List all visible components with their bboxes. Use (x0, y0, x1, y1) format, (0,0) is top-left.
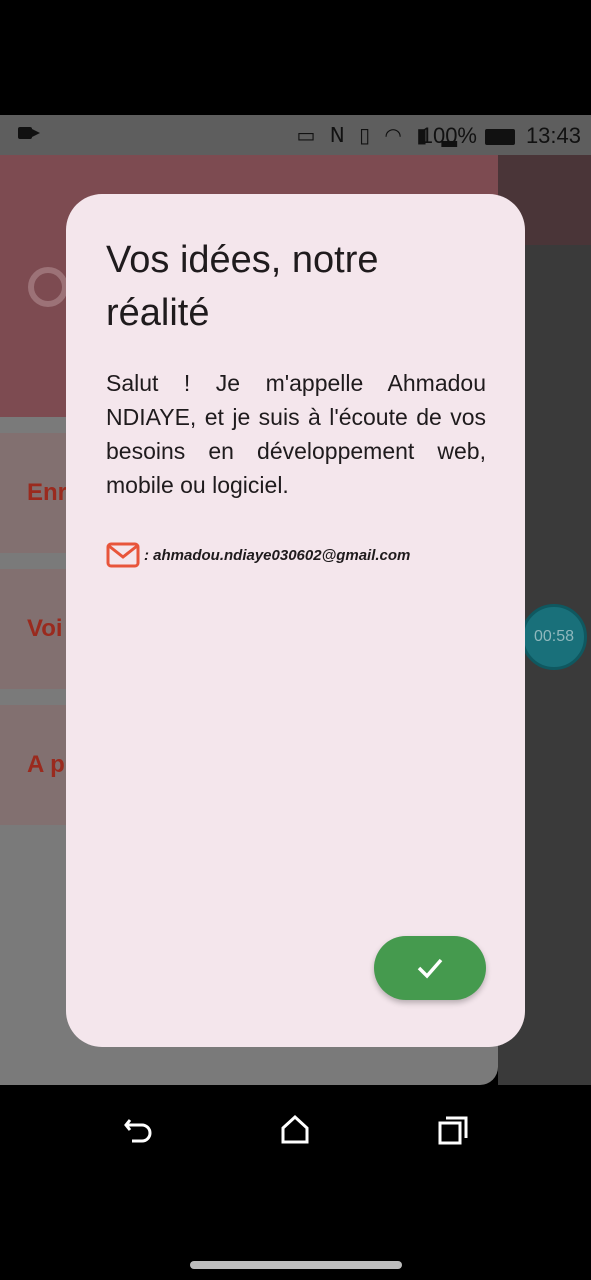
background-menu-label: Voi (27, 615, 63, 642)
background-menu-label: Enr (27, 479, 68, 506)
contact-email[interactable]: : ahmadou.ndiaye030602@gmail.com (144, 547, 410, 564)
battery-percent: 100% (420, 123, 477, 148)
dialog-message: Salut ! Je m'appelle Ahmadou NDIAYE, et … (106, 370, 486, 498)
background-menu-label: A p (27, 751, 65, 778)
dialog-title: Vos idées, notre réalité (106, 239, 379, 334)
gesture-bar[interactable] (190, 1261, 402, 1269)
recents-icon[interactable] (433, 1110, 473, 1150)
status-time: 13:43 (525, 123, 581, 148)
screen-recorder-timer[interactable]: 00:58 (521, 604, 587, 670)
navigation-bar (0, 1085, 591, 1280)
back-icon[interactable] (118, 1110, 158, 1150)
check-icon (417, 958, 443, 979)
camera-icon (18, 127, 40, 139)
status-bar: ▭ N ▯ ◠ ▮ ▂ 100% 13:43 (0, 115, 591, 155)
mail-icon (106, 542, 140, 568)
app-logo-icon (28, 267, 68, 307)
about-dialog: Vos idées, notre réalité Salut ! Je m'ap… (66, 194, 525, 1047)
contact-row: : ahmadou.ndiaye030602@gmail.com (106, 540, 410, 570)
battery-icon (485, 129, 515, 145)
confirm-button[interactable] (374, 936, 486, 1000)
home-icon[interactable] (275, 1110, 315, 1150)
